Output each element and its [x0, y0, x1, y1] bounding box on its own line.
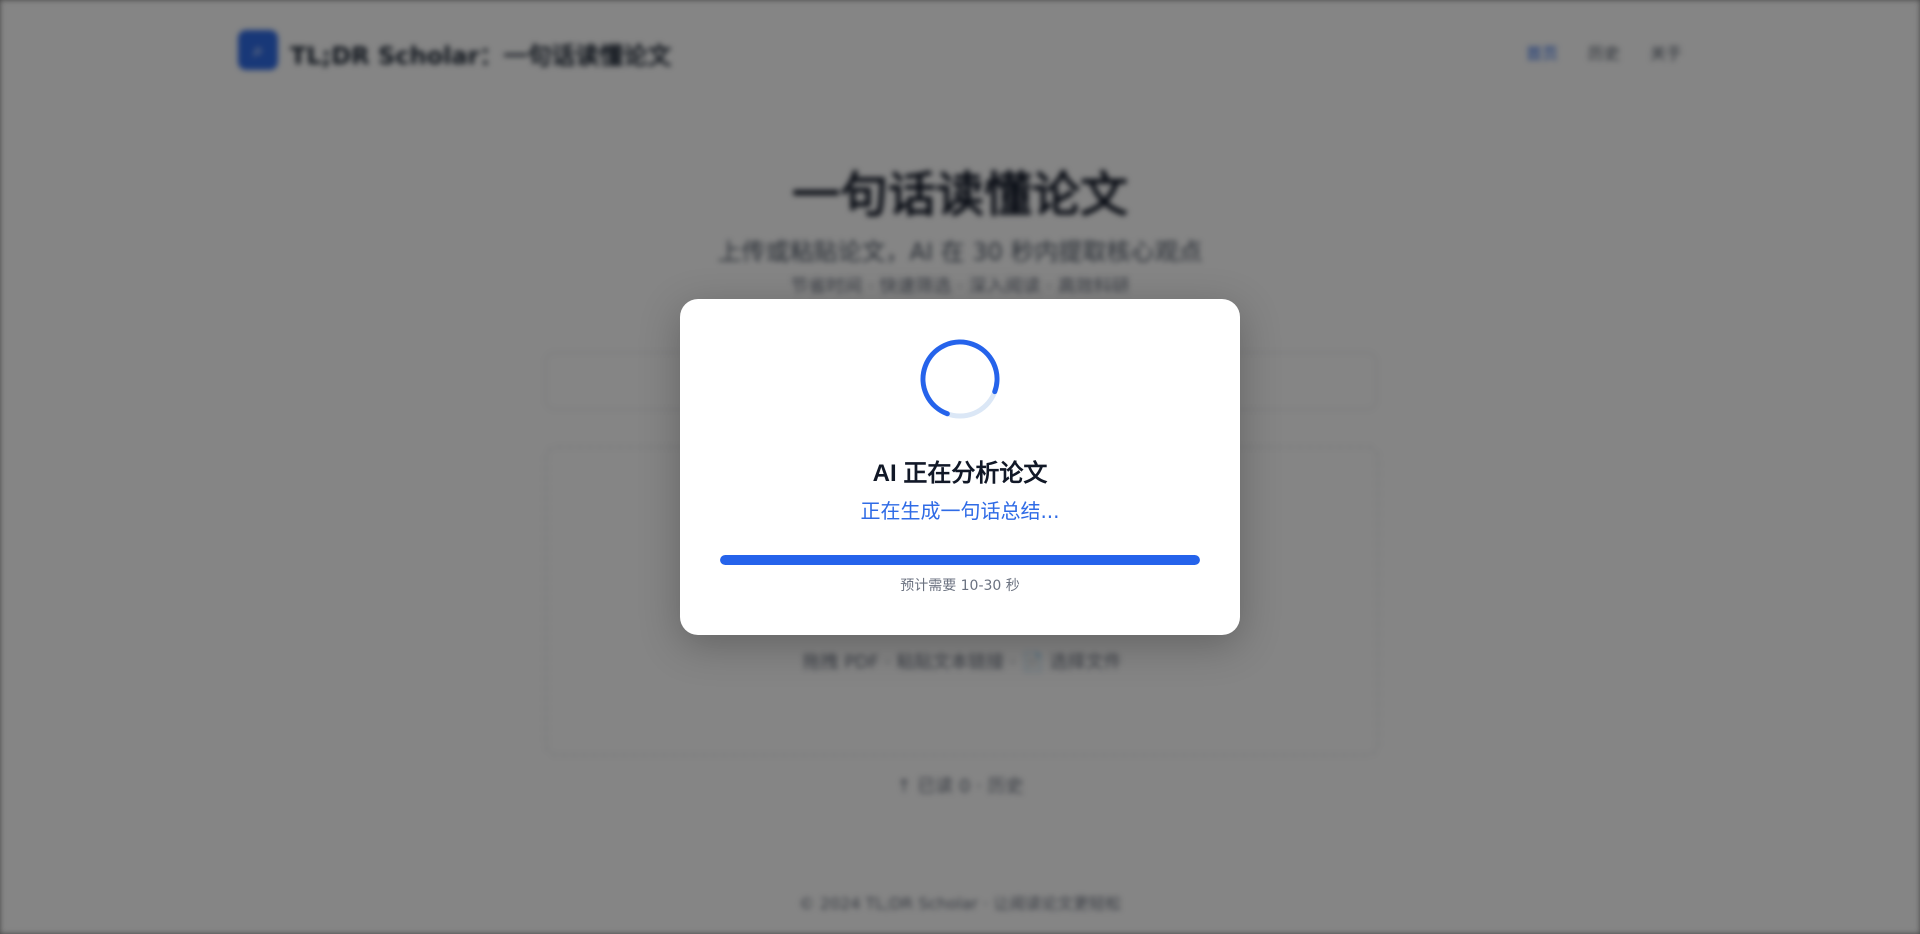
progress-bar — [720, 555, 1200, 565]
loading-spinner-icon — [920, 339, 1000, 419]
analysis-loading-modal: AI 正在分析论文 正在生成一句话总结... 预计需要 10-30 秒 — [680, 299, 1240, 635]
modal-status-text: 正在生成一句话总结... — [860, 499, 1060, 523]
progress-bar-fill — [720, 555, 1200, 565]
modal-eta-text: 预计需要 10-30 秒 — [900, 578, 1020, 594]
modal-title: AI 正在分析论文 — [872, 460, 1048, 487]
